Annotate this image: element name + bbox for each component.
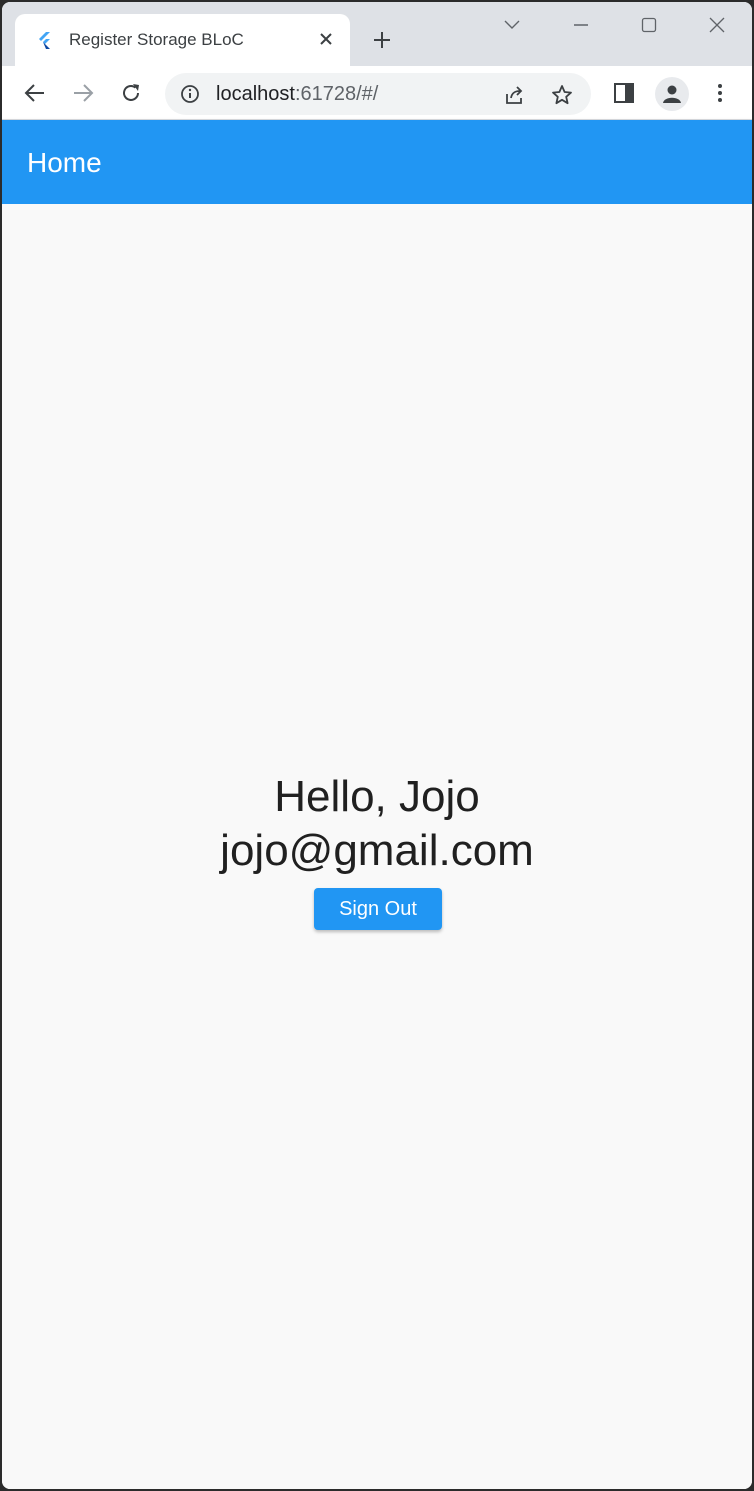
minimize-icon[interactable]	[566, 12, 596, 38]
browser-window: Register Storage BLoC localhost:61728/#/…	[2, 2, 752, 1489]
flutter-favicon-icon	[35, 30, 55, 50]
address-bar[interactable]: localhost:61728/#/	[165, 73, 591, 115]
active-tab[interactable]: Register Storage BLoC	[15, 14, 350, 66]
maximize-icon[interactable]	[634, 12, 664, 38]
tab-strip: Register Storage BLoC	[2, 2, 752, 66]
back-arrow-icon[interactable]	[20, 78, 50, 108]
tab-close-icon[interactable]	[315, 28, 337, 50]
tab-search-icon[interactable]	[497, 12, 527, 38]
browser-toolbar: localhost:61728/#/	[2, 66, 752, 120]
side-panel-icon[interactable]	[609, 78, 639, 108]
bookmark-star-icon[interactable]	[549, 82, 575, 108]
url-host: localhost	[216, 83, 295, 105]
main-content: Hello, Jojo jojo@gmail.com Sign Out	[2, 204, 752, 1489]
app-bar: Home	[2, 120, 752, 204]
tab-title: Register Storage BLoC	[69, 30, 244, 49]
sign-out-button[interactable]: Sign Out	[314, 888, 442, 930]
close-window-icon[interactable]	[702, 12, 732, 38]
more-menu-icon[interactable]	[705, 78, 735, 108]
greeting-text: Hello, Jojo	[274, 772, 480, 821]
profile-avatar-icon[interactable]	[655, 77, 689, 111]
url-path: :61728/#/	[294, 83, 379, 105]
page-title: Home	[27, 147, 102, 178]
site-info-icon[interactable]	[179, 83, 201, 105]
user-email: jojo@gmail.com	[220, 826, 534, 875]
share-icon[interactable]	[501, 82, 527, 108]
new-tab-icon[interactable]	[368, 26, 396, 54]
url-text: localhost:61728/#/	[216, 83, 378, 106]
reload-icon[interactable]	[116, 78, 146, 108]
forward-arrow-icon[interactable]	[68, 78, 98, 108]
